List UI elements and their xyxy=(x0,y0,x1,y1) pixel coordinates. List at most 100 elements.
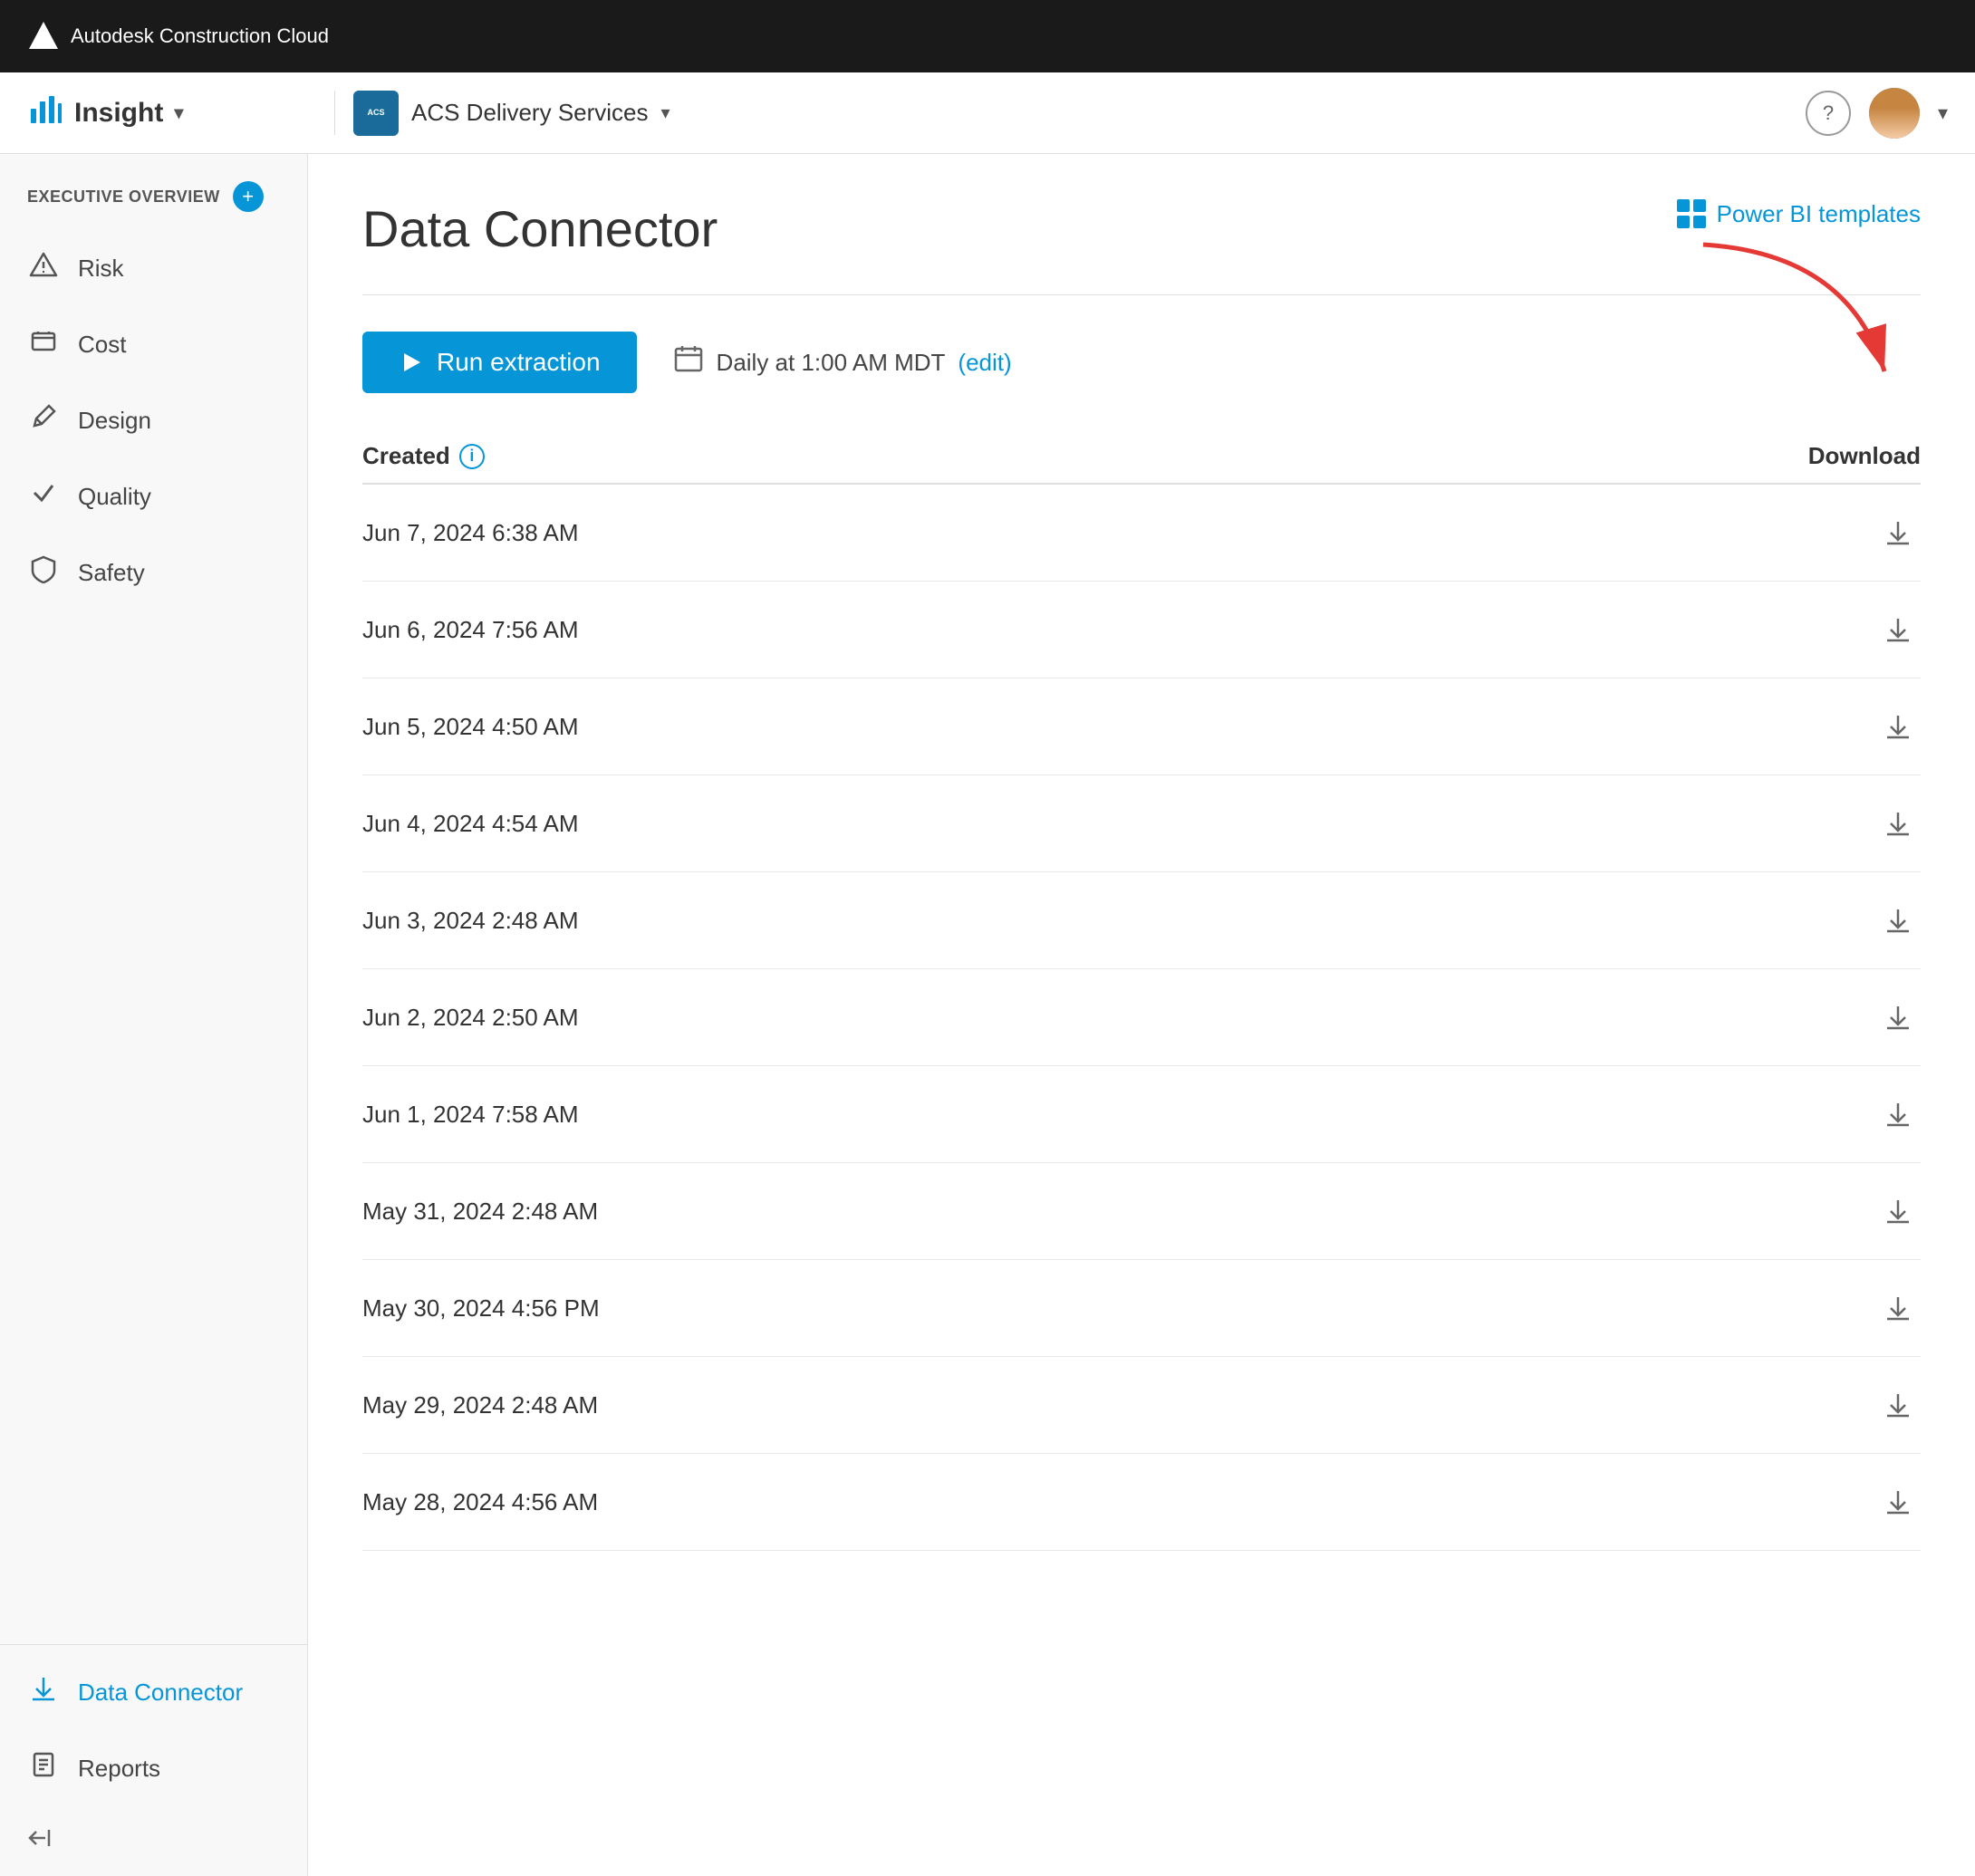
table-row: Jun 6, 2024 7:56 AM xyxy=(362,582,1921,678)
section-title-text: EXECUTIVE OVERVIEW xyxy=(27,188,220,207)
safety-icon xyxy=(27,554,60,591)
actions-row: Run extraction Daily at 1:00 AM MDT (edi… xyxy=(362,332,1921,393)
row-date: Jun 2, 2024 2:50 AM xyxy=(362,1004,579,1032)
quality-icon xyxy=(27,478,60,515)
download-button[interactable] xyxy=(1875,1479,1921,1525)
sidebar-collapse-button[interactable] xyxy=(0,1806,307,1876)
power-bi-icon-cell xyxy=(1677,216,1690,228)
sidebar-bottom: Data Connector Reports xyxy=(0,1644,307,1876)
created-label: Created xyxy=(362,442,450,470)
sidebar-item-label: Reports xyxy=(78,1755,160,1783)
table-row: Jun 5, 2024 4:50 AM xyxy=(362,678,1921,775)
download-button[interactable] xyxy=(1875,607,1921,652)
sidebar-item-label: Quality xyxy=(78,483,151,511)
sidebar: EXECUTIVE OVERVIEW + Risk xyxy=(0,154,308,1876)
run-button-label: Run extraction xyxy=(437,348,601,377)
download-icon xyxy=(1883,517,1913,548)
download-column-header: Download xyxy=(1808,442,1921,470)
run-extraction-button[interactable]: Run extraction xyxy=(362,332,637,393)
power-bi-link[interactable]: Power BI templates xyxy=(1677,199,1921,228)
download-icon xyxy=(1883,614,1913,645)
download-icon xyxy=(1883,711,1913,742)
sidebar-item-reports[interactable]: Reports xyxy=(0,1730,307,1806)
download-button[interactable] xyxy=(1875,1092,1921,1137)
download-icon xyxy=(1883,905,1913,936)
app-name: Insight xyxy=(74,98,163,129)
content-area: Data Connector Power BI templates Run ex… xyxy=(308,154,1975,1876)
page-header: Data Connector Power BI templates xyxy=(362,199,1921,258)
info-icon: i xyxy=(459,444,485,469)
row-date: Jun 6, 2024 7:56 AM xyxy=(362,616,579,644)
row-date: Jun 7, 2024 6:38 AM xyxy=(362,519,579,547)
app-title-section: Insight ▾ xyxy=(27,91,335,135)
download-icon xyxy=(1883,1196,1913,1227)
row-date: May 28, 2024 4:56 AM xyxy=(362,1488,598,1516)
download-button[interactable] xyxy=(1875,801,1921,846)
avatar-image xyxy=(1869,88,1920,139)
autodesk-logo-icon xyxy=(27,20,60,53)
insight-icon xyxy=(27,91,63,135)
schedule-info: Daily at 1:00 AM MDT (edit) xyxy=(673,343,1012,381)
schedule-text: Daily at 1:00 AM MDT xyxy=(717,349,946,377)
download-button[interactable] xyxy=(1875,704,1921,749)
download-button[interactable] xyxy=(1875,1285,1921,1331)
brand-name: Autodesk Construction Cloud xyxy=(71,24,329,48)
sidebar-item-risk[interactable]: Risk xyxy=(0,230,307,306)
download-label: Download xyxy=(1808,442,1921,470)
edit-schedule-link[interactable]: (edit) xyxy=(958,349,1011,377)
main-layout: EXECUTIVE OVERVIEW + Risk xyxy=(0,154,1975,1876)
avatar[interactable] xyxy=(1869,88,1920,139)
table-row: Jun 2, 2024 2:50 AM xyxy=(362,969,1921,1066)
avatar-dropdown[interactable]: ▾ xyxy=(1938,101,1948,125)
header-bar: Insight ▾ ACS ACS Delivery Services ▾ ? … xyxy=(0,72,1975,154)
calendar-icon xyxy=(673,343,704,381)
download-button[interactable] xyxy=(1875,995,1921,1040)
table-row: May 28, 2024 4:56 AM xyxy=(362,1454,1921,1551)
download-button[interactable] xyxy=(1875,510,1921,555)
power-bi-link-text: Power BI templates xyxy=(1717,200,1921,228)
row-date: May 29, 2024 2:48 AM xyxy=(362,1391,598,1419)
power-bi-icon-cell xyxy=(1693,199,1706,212)
table-row: May 30, 2024 4:56 PM xyxy=(362,1260,1921,1357)
extractions-table: Created i Download Jun 7, 2024 6:38 AM J… xyxy=(362,429,1921,1551)
sidebar-item-data-connector[interactable]: Data Connector xyxy=(0,1654,307,1730)
row-date: Jun 3, 2024 2:48 AM xyxy=(362,907,579,935)
table-row: Jun 4, 2024 4:54 AM xyxy=(362,775,1921,872)
sidebar-item-design[interactable]: Design xyxy=(0,382,307,458)
header-actions: ? ▾ xyxy=(1806,88,1948,139)
row-date: Jun 4, 2024 4:54 AM xyxy=(362,810,579,838)
project-dropdown-arrow[interactable]: ▾ xyxy=(661,101,670,124)
row-date: Jun 1, 2024 7:58 AM xyxy=(362,1101,579,1129)
download-icon xyxy=(1883,1486,1913,1517)
sidebar-item-safety[interactable]: Safety xyxy=(0,534,307,611)
sidebar-item-cost[interactable]: Cost xyxy=(0,306,307,382)
project-selector[interactable]: ACS ACS Delivery Services ▾ xyxy=(353,91,1787,136)
row-date: May 31, 2024 2:48 AM xyxy=(362,1198,598,1226)
download-icon xyxy=(1883,1390,1913,1420)
power-bi-icon xyxy=(1677,199,1706,228)
download-button[interactable] xyxy=(1875,898,1921,943)
download-button[interactable] xyxy=(1875,1188,1921,1234)
sidebar-item-label: Data Connector xyxy=(78,1679,243,1707)
page-title: Data Connector xyxy=(362,199,718,258)
cost-icon xyxy=(27,326,60,362)
row-date: Jun 5, 2024 4:50 AM xyxy=(362,713,579,741)
table-row: Jun 1, 2024 7:58 AM xyxy=(362,1066,1921,1163)
table-rows-container: Jun 7, 2024 6:38 AM Jun 6, 2024 7:56 AM … xyxy=(362,485,1921,1551)
table-header: Created i Download xyxy=(362,429,1921,485)
top-bar: Autodesk Construction Cloud xyxy=(0,0,1975,72)
sidebar-item-quality[interactable]: Quality xyxy=(0,458,307,534)
sidebar-item-label: Risk xyxy=(78,255,124,283)
download-icon xyxy=(27,1674,60,1710)
sidebar-item-label: Design xyxy=(78,407,151,435)
add-overview-button[interactable]: + xyxy=(233,181,264,212)
table-row: Jun 3, 2024 2:48 AM xyxy=(362,872,1921,969)
table-row: May 31, 2024 2:48 AM xyxy=(362,1163,1921,1260)
sidebar-section-title: EXECUTIVE OVERVIEW + xyxy=(0,172,307,230)
download-icon xyxy=(1883,1002,1913,1033)
download-button[interactable] xyxy=(1875,1382,1921,1428)
help-button[interactable]: ? xyxy=(1806,91,1851,136)
download-icon xyxy=(1883,1293,1913,1323)
app-dropdown-arrow[interactable]: ▾ xyxy=(174,101,183,124)
warning-icon xyxy=(27,250,60,286)
